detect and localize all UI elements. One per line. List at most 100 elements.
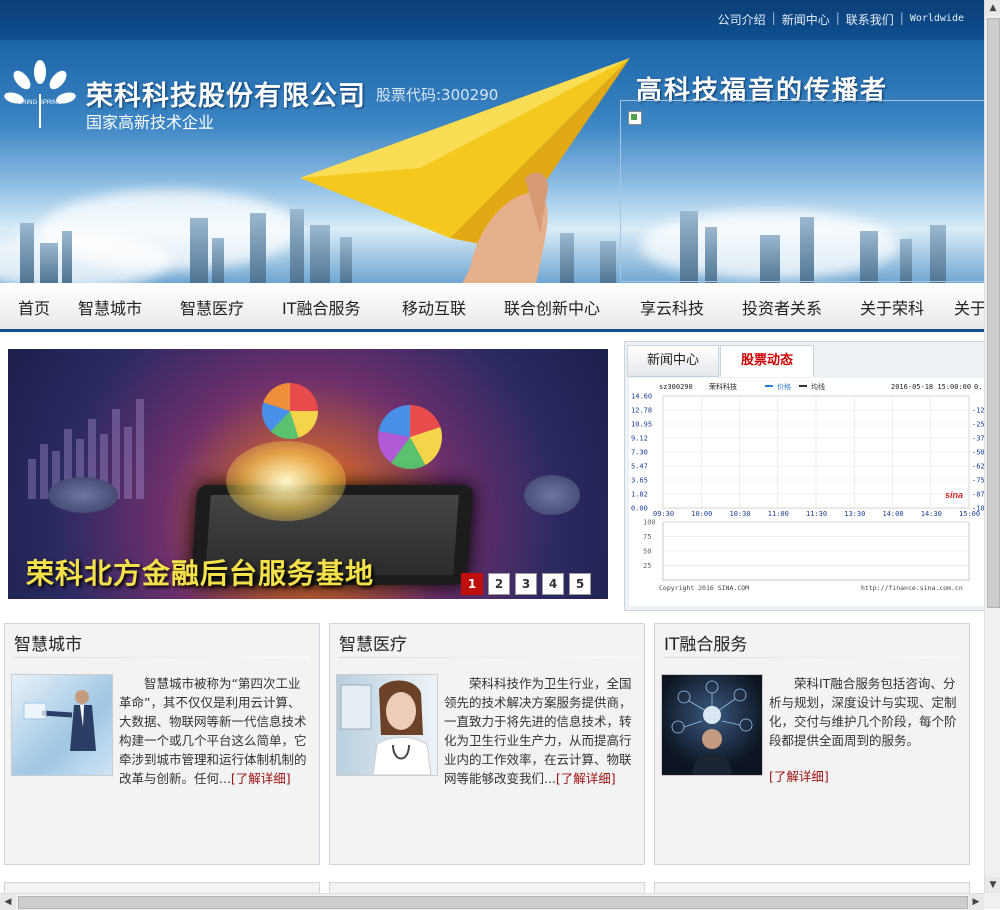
card-smart-city: 智慧城市 智慧城市被称为“第四次工业革命”，其不仅仅是利用云计算、大数据、物联网… [4, 623, 320, 865]
nav-xiangyun-tech[interactable]: 享云科技 [640, 295, 704, 319]
nav-smart-healthcare[interactable]: 智慧医疗 [180, 295, 244, 319]
top-link-news[interactable]: 新闻中心 [782, 11, 830, 28]
pie-chart-decoration [262, 383, 318, 439]
main-nav: 首页 智慧城市 智慧医疗 IT融合服务 移动互联 联合创新中心 享云科技 投资者… [0, 283, 984, 332]
nav-mobile-internet[interactable]: 移动互联 [402, 295, 466, 319]
slider-page-5[interactable]: 5 [569, 573, 591, 595]
slider-pagination: 1 2 3 4 5 [461, 573, 591, 595]
stock-name: 荣科科技 [709, 382, 737, 391]
skyline-building [20, 223, 34, 283]
price-tick-label: 12.78 [631, 407, 652, 415]
sina-watermark: sina [945, 490, 963, 500]
price-tick-label: 1.82 [631, 491, 648, 499]
company-subtitle: 国家高新技术企业 [86, 113, 215, 132]
slider-page-1[interactable]: 1 [461, 573, 483, 595]
card-image [11, 674, 113, 776]
news-stock-panel: 新闻中心 股票动态 sz300290 荣科科技 价格 均线 2016-05-18… [624, 341, 986, 611]
time-tick-label: 15:00 [959, 510, 980, 518]
separator: | [899, 11, 904, 25]
time-axis-ticks: 09:30 10:00 10:30 11:00 11:30 13:30 14:00 14:30… [653, 510, 980, 518]
embedded-frame [620, 100, 984, 282]
background-bar-chart [28, 399, 144, 499]
legend-price: 价格 [777, 382, 791, 391]
time-tick-label: 11:30 [806, 510, 827, 518]
percent-axis-ticks: -12-25-37-50-62-75-87-10 [972, 407, 985, 513]
scroll-up-arrow[interactable]: ▲ [985, 0, 1000, 16]
tab-stock[interactable]: 股票动态 [720, 345, 814, 377]
broken-image-icon [628, 111, 642, 125]
slider-page-4[interactable]: 4 [542, 573, 564, 595]
slider-caption: 荣科北方金融后台服务基地 [26, 557, 375, 590]
volume-tick-label: 75 [643, 533, 651, 541]
horizontal-scroll-thumb[interactable] [18, 896, 968, 909]
top-links: 公司介绍 | 新闻中心 | 联系我们 | Worldwide [718, 11, 964, 28]
top-link-contact[interactable]: 联系我们 [846, 11, 894, 28]
card-description: 智慧城市被称为“第四次工业革命”，其不仅仅是利用云计算、大数据、物联网等新一代信… [119, 674, 311, 788]
card-description: 荣科IT融合服务包括咨询、分析与规划，深度设计与实现、定制化，交付与维护几个阶段… [769, 676, 957, 748]
logo-text: BRING SPRING [18, 100, 62, 106]
volume-tick-label: 100 [643, 519, 656, 527]
nav-home[interactable]: 首页 [18, 295, 50, 319]
card-text: 智慧城市被称为“第四次工业革命”，其不仅仅是利用云计算、大数据、物联网等新一代信… [119, 676, 307, 786]
percent-tick-label: -50 [972, 449, 985, 457]
vertical-scroll-thumb[interactable] [987, 18, 1000, 608]
slider-page-3[interactable]: 3 [515, 573, 537, 595]
card-title: 智慧城市 [14, 635, 82, 655]
image-slider[interactable]: 荣科北方金融后台服务基地 1 2 3 4 5 [8, 349, 608, 599]
percent-tick-label: -37 [972, 435, 985, 443]
chart-copyright: Copyright 2016 SINA.COM [659, 584, 749, 592]
volume-tick-label: 50 [643, 548, 651, 556]
nav-innovation-center[interactable]: 联合创新中心 [504, 295, 600, 319]
nav-it-services[interactable]: IT融合服务 [282, 295, 361, 319]
chart-source-url: http://finance.sina.com.cn [861, 584, 963, 592]
price-grid [662, 395, 970, 509]
scroll-right-arrow[interactable]: ▶ [968, 894, 984, 910]
vertical-scrollbar[interactable]: ▲ ▼ [984, 0, 1000, 893]
card-text: 荣科科技作为卫生行业，全国领先的技术解决方案服务提供商，一直致力于将先进的信息技… [444, 676, 632, 786]
skyline-building [40, 243, 58, 283]
read-more-link[interactable]: [了解详细] [231, 771, 291, 786]
price-axis-ticks: 14.60 12.78 10.95 9.12 7.30 5.47 3.65 1.82 0.00 [631, 393, 652, 513]
nav-about[interactable]: 关于荣科 [860, 295, 924, 319]
slider-page-2[interactable]: 2 [488, 573, 510, 595]
read-more-link[interactable]: [了解详细] [556, 771, 616, 786]
percent-tick-label: -12 [972, 407, 985, 415]
stock-chart: sz300290 荣科科技 价格 均线 2016-05-18 15:00:00 … [629, 378, 985, 606]
stock-symbol: sz300290 [659, 383, 693, 391]
top-link-worldwide[interactable]: Worldwide [910, 11, 964, 28]
price-tick-label: 9.12 [631, 435, 648, 443]
legend-avg: 均线 [811, 382, 825, 391]
horizontal-scrollbar[interactable]: ◀ ▶ [0, 893, 984, 910]
light-glow [226, 441, 346, 521]
card-title: IT融合服务 [664, 635, 748, 655]
skyline-building [62, 231, 72, 283]
card-title: 智慧医疗 [339, 635, 407, 655]
scrollbar-corner [984, 893, 1000, 909]
scroll-left-arrow[interactable]: ◀ [0, 894, 16, 910]
price-tick-label: 0.00 [631, 505, 648, 513]
nav-about-more[interactable]: 关于 [954, 295, 984, 319]
top-link-about[interactable]: 公司介绍 [718, 11, 766, 28]
time-tick-label: 10:00 [691, 510, 712, 518]
skyline-building [212, 238, 224, 283]
nav-investor-relations[interactable]: 投资者关系 [742, 295, 822, 319]
tab-news[interactable]: 新闻中心 [627, 345, 719, 377]
card-it-services: IT融合服务 荣科IT融合服务包括咨询、分析与规划，深度设计与实现、定制化，交付… [654, 623, 970, 865]
stock-datetime: 2016-05-18 15:00:00 [891, 383, 971, 391]
price-tick-label: 5.47 [631, 463, 648, 471]
stock-chart-svg: sz300290 荣科科技 价格 均线 2016-05-18 15:00:00 … [631, 382, 985, 592]
card-description: 荣科科技作为卫生行业，全国领先的技术解决方案服务提供商，一直致力于将先进的信息技… [444, 674, 636, 788]
nav-smart-city[interactable]: 智慧城市 [78, 295, 142, 319]
time-tick-label: 10:30 [730, 510, 751, 518]
price-tick-label: 7.30 [631, 449, 648, 457]
time-tick-label: 14:00 [883, 510, 904, 518]
divider [14, 657, 310, 658]
price-tick-label: 10.95 [631, 421, 652, 429]
price-tick-label: 3.65 [631, 477, 648, 485]
skyline-building [250, 213, 266, 283]
divider [664, 657, 960, 658]
volume-axis-ticks: 100 75 50 25 [643, 519, 656, 571]
read-more-link[interactable]: [了解详细] [769, 766, 829, 785]
percent-tick-label: -25 [972, 421, 985, 429]
scroll-down-arrow[interactable]: ▼ [985, 877, 1000, 893]
